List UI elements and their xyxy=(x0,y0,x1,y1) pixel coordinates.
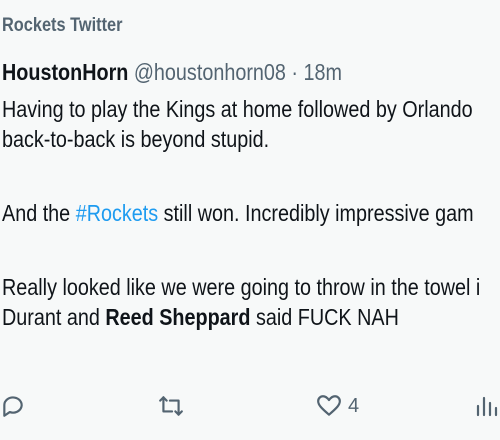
tweet-line: Durant and Reed Sheppard said FUCK NAH xyxy=(2,302,480,332)
views-icon xyxy=(474,393,498,419)
tweet-text: Having to play the Kings at home followe… xyxy=(2,94,480,332)
like-count: 4 xyxy=(348,394,360,417)
tweet-text-segment: And the xyxy=(2,200,76,226)
tweet-text-segment: Durant and xyxy=(2,304,106,330)
header-separator: · xyxy=(291,59,299,85)
bold-mention: Reed Sheppard xyxy=(105,304,251,330)
tweet-actions: 4 xyxy=(0,388,500,424)
author-name[interactable]: HoustonHorn xyxy=(2,59,128,85)
hashtag-link[interactable]: #Rockets xyxy=(76,200,158,226)
community-label[interactable]: Rockets Twitter xyxy=(2,15,122,37)
reply-button[interactable] xyxy=(0,388,26,424)
like-button[interactable]: 4 xyxy=(316,388,359,424)
views-button[interactable] xyxy=(474,388,498,424)
tweet-header: HoustonHorn @houstonhorn08 · 18m xyxy=(2,59,342,86)
tweet-timestamp[interactable]: 18m xyxy=(303,59,341,85)
tweet-line: And the #Rockets still won. Incredibly i… xyxy=(2,198,480,228)
tweet-line: Having to play the Kings at home followe… xyxy=(2,96,473,122)
tweet-text-segment: still won. Incredibly impressive gam xyxy=(158,200,474,226)
tweet-line: Really looked like we were going to thro… xyxy=(2,274,481,300)
reply-icon xyxy=(0,393,26,419)
tweet-line: back-to-back is beyond stupid. xyxy=(2,126,270,152)
like-icon xyxy=(316,393,342,419)
tweet-text-segment: said FUCK NAH xyxy=(250,304,399,330)
retweet-icon xyxy=(158,393,184,419)
author-handle[interactable]: @houstonhorn08 xyxy=(134,59,286,85)
retweet-button[interactable] xyxy=(158,388,184,424)
